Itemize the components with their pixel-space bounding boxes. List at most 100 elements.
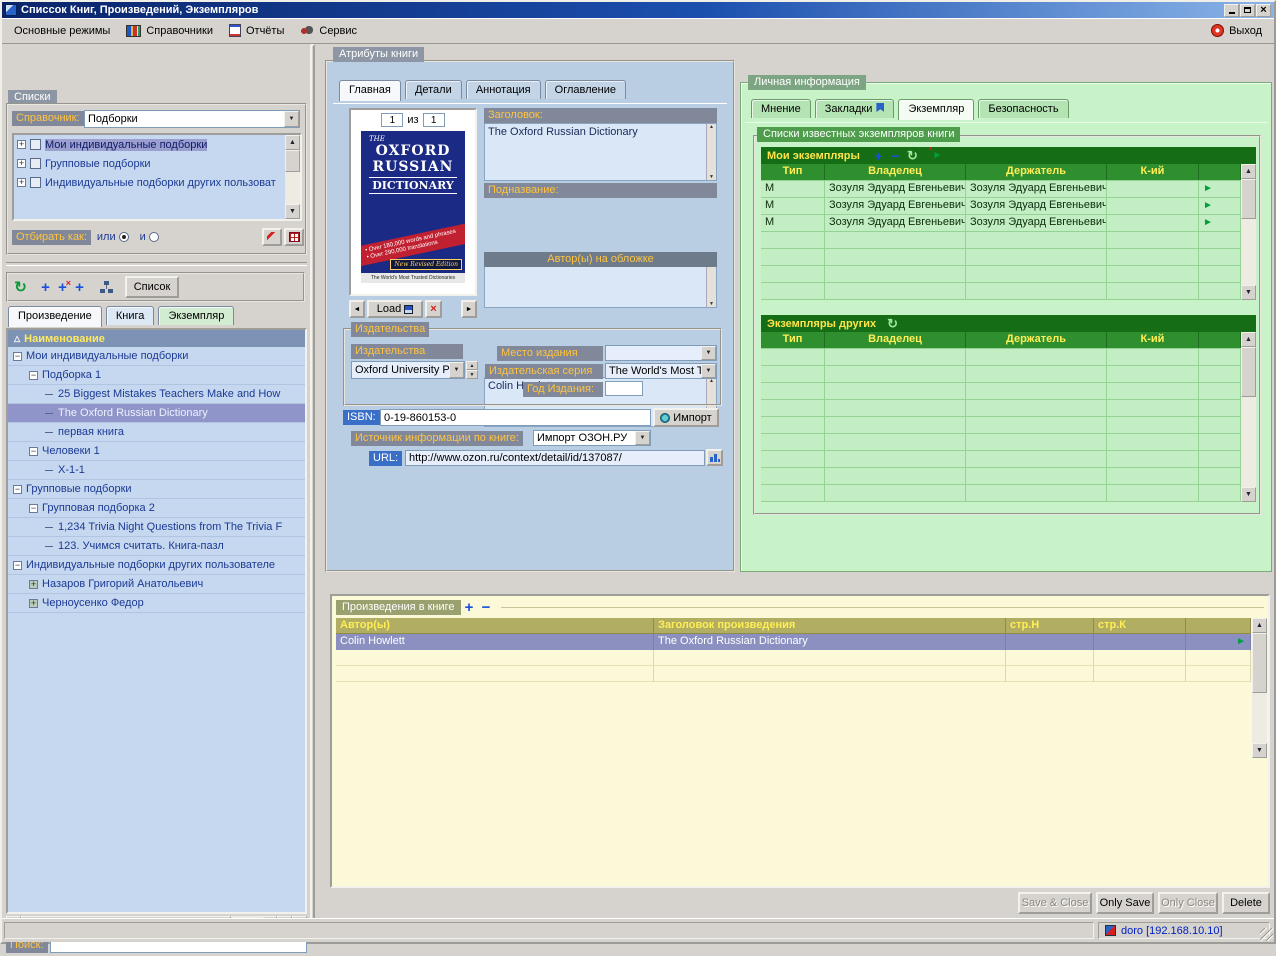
tree-item[interactable]: Мои индивидуальные подборки <box>8 347 305 366</box>
scroll-up-icon[interactable] <box>285 135 300 150</box>
tree-item[interactable]: первая книга <box>8 423 305 442</box>
tree-item-selected[interactable]: The Oxford Russian Dictionary <box>8 404 305 423</box>
column-header[interactable]: Держатель <box>966 164 1107 180</box>
add-with-remove-icon[interactable]: × <box>54 279 71 296</box>
column-header[interactable]: Владелец <box>825 164 966 180</box>
publisher-select[interactable]: Oxford University Pre <box>351 361 465 379</box>
scroll-thumb[interactable] <box>1252 633 1267 693</box>
place-select[interactable] <box>605 345 717 361</box>
expand-icon[interactable] <box>29 580 38 589</box>
collections-scrollbar[interactable] <box>285 135 300 219</box>
collection-row[interactable]: Индивидуальные подборки других пользоват <box>14 173 300 192</box>
tab-annotation[interactable]: Аннотация <box>466 80 541 99</box>
list-button[interactable]: Список <box>125 276 179 298</box>
tree-item[interactable]: Групповые подборки <box>8 480 305 499</box>
scroll-up-icon[interactable] <box>1241 332 1256 347</box>
tab-copies[interactable]: Экземпляр <box>898 99 974 120</box>
column-header[interactable]: К-ий <box>1107 164 1199 180</box>
tab-security[interactable]: Безопасность <box>978 99 1068 118</box>
column-header[interactable]: К-ий <box>1107 332 1199 348</box>
my-copies-scrollbar[interactable] <box>1241 164 1256 300</box>
column-header[interactable]: Владелец <box>825 332 966 348</box>
collapse-icon[interactable] <box>13 561 22 570</box>
refresh-others-icon[interactable] <box>884 316 901 331</box>
tab-opinion[interactable]: Мнение <box>751 99 811 118</box>
tree-item[interactable]: Человеки 1 <box>8 442 305 461</box>
import-button[interactable]: Импорт <box>653 408 719 427</box>
scroll-down-icon[interactable] <box>285 204 300 219</box>
dropdown-arrow-icon[interactable] <box>284 111 299 127</box>
cover-total-input[interactable]: 1 <box>423 113 445 127</box>
scroll-thumb[interactable] <box>285 150 300 172</box>
collection-row[interactable]: Мои индивидуальные подборки <box>14 135 300 154</box>
collapse-icon[interactable] <box>29 447 38 456</box>
url-input[interactable]: http://www.ozon.ru/context/detail/id/137… <box>405 450 705 466</box>
publisher-spinner[interactable] <box>466 361 478 379</box>
scroll-thumb[interactable] <box>1241 347 1256 397</box>
column-header[interactable]: стр.Н <box>1006 618 1094 634</box>
tree-item[interactable]: Черноусенко Федор <box>8 594 305 613</box>
collection-checkbox[interactable] <box>30 158 41 169</box>
tab-work[interactable]: Произведение <box>8 306 102 327</box>
isbn-input[interactable]: 0-19-860153-0 <box>380 409 651 426</box>
tab-bookmarks[interactable]: Закладки <box>815 99 895 118</box>
open-url-button[interactable] <box>706 449 723 466</box>
menu-main-modes[interactable]: Основные режимы <box>6 22 118 40</box>
scroll-thumb[interactable] <box>1241 179 1256 219</box>
goto-copy-icon[interactable] <box>1203 217 1213 228</box>
load-cover-button[interactable]: Load <box>367 300 423 318</box>
spin-up-icon[interactable] <box>466 361 478 370</box>
tree-item[interactable]: 123. Учимся считать. Книга-пазл <box>8 537 305 556</box>
filter-or-radio[interactable] <box>119 232 129 242</box>
expand-icon[interactable] <box>29 599 38 608</box>
column-header[interactable]: стр.К <box>1094 618 1186 634</box>
works-scrollbar[interactable] <box>1252 618 1267 758</box>
menu-directories[interactable]: Справочники <box>118 22 221 40</box>
tree-header[interactable]: △Наименование <box>8 330 305 347</box>
series-select[interactable]: The World's Most Trusted <box>605 363 717 379</box>
title-textarea[interactable]: The Oxford Russian Dictionary <box>484 123 717 181</box>
menu-reports[interactable]: Отчёты <box>221 21 292 40</box>
year-input[interactable] <box>605 381 643 396</box>
collection-row[interactable]: Групповые подборки <box>14 154 300 173</box>
collapse-icon[interactable] <box>29 371 38 380</box>
maximize-button[interactable] <box>1240 4 1255 17</box>
tab-book[interactable]: Книга <box>106 306 155 325</box>
tree-item[interactable]: Назаров Григорий Анатольевич <box>8 575 305 594</box>
scroll-down-icon[interactable] <box>1241 285 1256 300</box>
remove-copy-icon[interactable] <box>887 148 904 163</box>
column-header[interactable]: Тип <box>761 164 825 180</box>
only-save-button[interactable]: Only Save <box>1096 892 1154 914</box>
menu-service[interactable]: Сервис <box>292 21 365 40</box>
work-row-selected[interactable]: Colin Howlett The Oxford Russian Diction… <box>336 634 1251 650</box>
prev-cover-button[interactable] <box>349 300 365 318</box>
expand-icon[interactable] <box>17 140 26 149</box>
delete-button[interactable]: Delete <box>1222 892 1270 914</box>
tab-details[interactable]: Детали <box>405 80 462 99</box>
add-icon[interactable] <box>37 279 54 296</box>
expand-icon[interactable] <box>17 159 26 168</box>
edit-filter-button[interactable] <box>262 228 282 246</box>
add-copy-icon[interactable] <box>870 148 887 163</box>
tree-item[interactable]: 1,234 Trivia Night Questions from The Tr… <box>8 518 305 537</box>
textarea-scrollbar[interactable] <box>706 124 716 180</box>
tree-item[interactable]: X-1-1 <box>8 461 305 480</box>
dropdown-arrow-icon[interactable] <box>449 362 464 378</box>
tree-item[interactable]: Подборка 1 <box>8 366 305 385</box>
grid-filter-button[interactable] <box>284 228 304 246</box>
hierarchy-icon[interactable] <box>98 279 115 296</box>
menu-exit[interactable]: Выход <box>1203 21 1270 40</box>
collapse-icon[interactable] <box>29 504 38 513</box>
tab-copy[interactable]: Экземпляр <box>158 306 234 325</box>
goto-work-icon[interactable] <box>1236 636 1246 647</box>
scroll-down-icon[interactable] <box>1252 743 1267 758</box>
collapse-icon[interactable] <box>13 352 22 361</box>
collapse-icon[interactable] <box>13 485 22 494</box>
dropdown-arrow-icon[interactable] <box>635 431 650 445</box>
refresh-copies-icon[interactable] <box>904 148 921 163</box>
add-work-icon[interactable] <box>461 599 478 616</box>
cancel-cover-button[interactable] <box>425 300 442 318</box>
resize-grip[interactable] <box>1260 928 1273 941</box>
goto-copy-icon[interactable] <box>1203 183 1213 194</box>
tab-main[interactable]: Главная <box>339 80 401 101</box>
